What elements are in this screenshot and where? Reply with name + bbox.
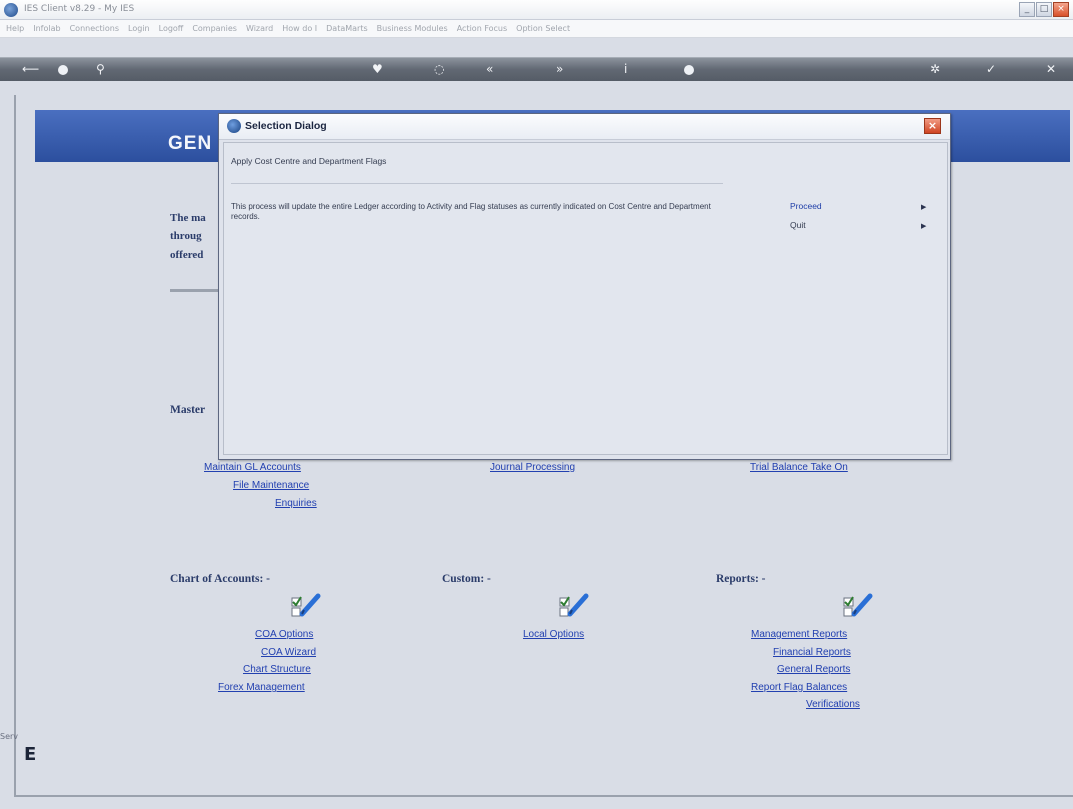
coa-wizard-link[interactable]: COA Wizard — [261, 647, 316, 658]
close-button[interactable]: × — [1053, 2, 1069, 17]
help-icon[interactable] — [58, 65, 68, 75]
proceed-arrow-icon[interactable]: ▶ — [921, 203, 926, 211]
maintain-gl-accounts-link[interactable]: Maintain GL Accounts — [204, 462, 301, 473]
report-options-icon[interactable] — [842, 592, 874, 618]
intro-line-2: throug — [170, 230, 202, 242]
maximize-button[interactable]: □ — [1036, 2, 1052, 17]
quit-arrow-icon[interactable]: ▶ — [921, 222, 926, 230]
menu-help[interactable]: Help — [6, 24, 24, 33]
menu-infolab[interactable]: Infolab — [33, 24, 60, 33]
verifications-link[interactable]: Verifications — [806, 699, 860, 710]
menu-how-do-i[interactable]: How do I — [282, 24, 317, 33]
menu-wizard[interactable]: Wizard — [246, 24, 273, 33]
intro-line-1: The ma — [170, 212, 206, 224]
favorite-icon[interactable]: ♥ — [372, 61, 383, 77]
general-reports-link[interactable]: General Reports — [777, 664, 850, 675]
selection-dialog: Selection Dialog × Apply Cost Centre and… — [218, 113, 951, 460]
window-title: IES Client v8.29 - My IES — [24, 4, 135, 14]
menubar: Help Infolab Connections Login Logoff Co… — [0, 20, 1073, 38]
trial-balance-take-on-link[interactable]: Trial Balance Take On — [750, 462, 848, 473]
chart-of-accounts-title: Chart of Accounts: - — [170, 573, 270, 585]
coa-options-icon[interactable] — [290, 592, 322, 618]
quit-action[interactable]: Quit — [790, 220, 806, 230]
minimize-button[interactable]: _ — [1019, 2, 1035, 17]
journal-processing-link[interactable]: Journal Processing — [490, 462, 575, 473]
check-icon[interactable]: ✓ — [986, 61, 996, 77]
dialog-body: Apply Cost Centre and Department Flags T… — [223, 142, 948, 455]
side-fragment-label: Serv — [0, 732, 19, 741]
back-arrow-icon[interactable]: ⟵ — [22, 61, 39, 77]
management-reports-link[interactable]: Management Reports — [751, 629, 847, 640]
proceed-action[interactable]: Proceed — [790, 201, 822, 211]
menu-login[interactable]: Login — [128, 24, 150, 33]
exit-icon[interactable]: ✕ — [1046, 61, 1056, 77]
banner-title: GEN — [168, 133, 213, 154]
dialog-description: This process will update the entire Ledg… — [231, 202, 711, 221]
bottom-frame — [14, 795, 1073, 797]
dialog-titlebar: Selection Dialog × — [219, 114, 950, 140]
dialog-title: Selection Dialog — [245, 120, 327, 132]
window-controls: _ □ × — [1019, 2, 1069, 17]
local-options-icon[interactable] — [558, 592, 590, 618]
reports-title: Reports: - — [716, 573, 766, 585]
menu-business-modules[interactable]: Business Modules — [377, 24, 448, 33]
dialog-subtitle: Apply Cost Centre and Department Flags — [231, 156, 387, 166]
intro-line-3: offered — [170, 249, 204, 261]
menu-logoff[interactable]: Logoff — [159, 24, 184, 33]
forex-management-link[interactable]: Forex Management — [218, 682, 305, 693]
search-icon[interactable]: ⚲ — [96, 61, 105, 77]
intro-divider — [170, 289, 225, 292]
enquiries-link[interactable]: Enquiries — [275, 498, 317, 509]
rewind-icon[interactable]: « — [486, 61, 493, 77]
report-flag-balances-link[interactable]: Report Flag Balances — [751, 682, 847, 693]
app-logo-icon — [4, 3, 18, 17]
menu-datamarts[interactable]: DataMarts — [326, 24, 368, 33]
dialog-close-button[interactable]: × — [924, 118, 941, 134]
window-titlebar: IES Client v8.29 - My IES _ □ × — [0, 0, 1073, 20]
coa-options-link[interactable]: COA Options — [255, 629, 313, 640]
forward-icon[interactable]: » — [556, 61, 563, 77]
dialog-separator — [231, 183, 723, 184]
master-section-title: Master — [170, 404, 206, 416]
financial-reports-link[interactable]: Financial Reports — [773, 647, 851, 658]
menu-option-select[interactable]: Option Select — [516, 24, 570, 33]
menu-companies[interactable]: Companies — [192, 24, 237, 33]
left-frame — [14, 95, 16, 795]
menu-action-focus[interactable]: Action Focus — [457, 24, 507, 33]
menu-connections[interactable]: Connections — [70, 24, 119, 33]
custom-title: Custom: - — [442, 573, 491, 585]
toolbar: ⟵ ⚲ ♥ ◌ « » i ✲ ✓ ✕ — [0, 57, 1073, 81]
bottom-letter: E — [24, 744, 37, 765]
chart-structure-link[interactable]: Chart Structure — [243, 664, 311, 675]
file-maintenance-link[interactable]: File Maintenance — [233, 480, 309, 491]
local-options-link[interactable]: Local Options — [523, 629, 584, 640]
record-icon[interactable] — [684, 65, 694, 75]
info-icon[interactable]: i — [624, 61, 627, 77]
refresh-icon[interactable]: ◌ — [434, 61, 444, 77]
settings-icon[interactable]: ✲ — [930, 61, 940, 77]
dialog-logo-icon — [227, 119, 241, 133]
